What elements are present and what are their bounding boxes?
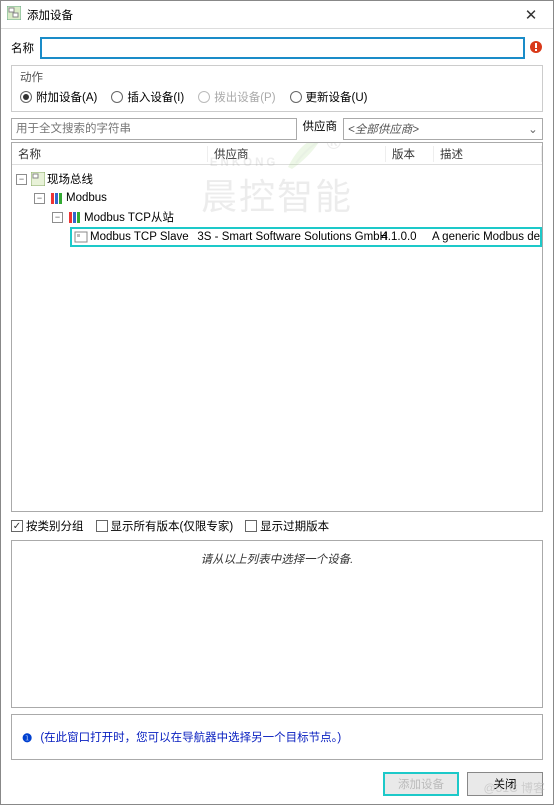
name-label: 名称 (11, 40, 34, 56)
info-icon: ❶ (22, 731, 32, 745)
device-icon (74, 230, 88, 244)
folder-icon (31, 172, 45, 186)
col-name[interactable]: 名称 (12, 146, 208, 162)
radio-pull: 拨出设备(P) (198, 89, 275, 105)
error-icon (529, 40, 543, 57)
tree-node-tcpslave[interactable]: − Modbus TCP从站 (52, 208, 542, 226)
tree-node-root[interactable]: − 现场总线 (16, 170, 542, 188)
radio-insert[interactable]: 插入设备(I) (111, 89, 184, 105)
radio-update[interactable]: 更新设备(U) (290, 89, 368, 105)
check-allversions[interactable]: 显示所有版本(仅限专家) (96, 518, 234, 534)
action-fieldset: 动作 附加设备(A) 插入设备(I) 拨出设备(P) 更新设备(U) (11, 65, 543, 112)
search-input[interactable] (11, 118, 297, 140)
device-tree-box: ENKONG® 晨控智能 名称 供应商 版本 描述 − 现场总线 (11, 142, 543, 512)
tree-columns: 名称 供应商 版本 描述 (12, 143, 542, 165)
check-group[interactable]: ✓按类别分组 (11, 518, 84, 534)
close-dialog-button[interactable]: 关闭 (467, 772, 543, 796)
content: 名称 动作 附加设备(A) 插入设备(I) 拨出设备(P) 更新设备(U) 供应… (1, 29, 553, 766)
close-button[interactable]: ✕ (509, 1, 553, 28)
collapse-icon[interactable]: − (16, 174, 27, 185)
name-input[interactable] (40, 37, 525, 59)
check-expired[interactable]: 显示过期版本 (245, 518, 329, 534)
action-legend: 动作 (18, 69, 45, 85)
collapse-icon[interactable]: − (52, 212, 63, 223)
add-device-dialog: 添加设备 ✕ 名称 动作 附加设备(A) 插入设备(I) 拨出设备(P) 更新设… (0, 0, 554, 805)
col-version[interactable]: 版本 (386, 146, 434, 162)
chevron-down-icon: ⌄ (528, 122, 538, 136)
tree-node-selected[interactable]: Modbus TCP Slave 3S - Smart Software Sol… (70, 227, 542, 247)
selection-info-box: 请从以上列表中选择一个设备. (11, 540, 543, 708)
modbus-icon (67, 212, 82, 223)
col-vendor[interactable]: 供应商 (208, 146, 386, 162)
device-tree[interactable]: − 现场总线 − Modbus (12, 165, 542, 511)
supplier-label: 供应商 (303, 118, 338, 140)
button-row: 添加设备 关闭 (1, 766, 553, 804)
radio-append[interactable]: 附加设备(A) (20, 89, 97, 105)
add-device-button[interactable]: 添加设备 (383, 772, 459, 796)
tree-node-modbus[interactable]: − Modbus (34, 189, 542, 207)
collapse-icon[interactable]: − (34, 193, 45, 204)
name-row: 名称 (11, 37, 543, 59)
hint-text: (在此窗口打开时，您可以在导航器中选择另一个目标节点。) (40, 729, 341, 745)
filter-row: 供应商 <全部供应商> ⌄ (11, 118, 543, 140)
hint-box: ❶ (在此窗口打开时，您可以在导航器中选择另一个目标节点。) (11, 714, 543, 760)
titlebar[interactable]: 添加设备 ✕ (1, 1, 553, 29)
options-row: ✓按类别分组 显示所有版本(仅限专家) 显示过期版本 (11, 518, 543, 534)
selection-hint: 请从以上列表中选择一个设备. (18, 551, 536, 567)
modbus-icon (49, 193, 64, 204)
supplier-select[interactable]: <全部供应商> ⌄ (343, 118, 543, 140)
action-radios: 附加设备(A) 插入设备(I) 拨出设备(P) 更新设备(U) (20, 89, 534, 105)
window-title: 添加设备 (27, 7, 509, 23)
app-icon (7, 6, 21, 23)
col-desc[interactable]: 描述 (434, 146, 542, 162)
